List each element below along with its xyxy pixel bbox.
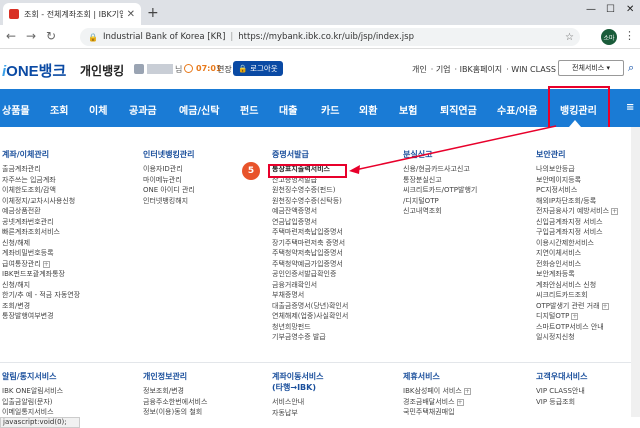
status-bar: javascript:void(0); (0, 417, 80, 428)
page-scrollbar[interactable] (631, 127, 640, 417)
annotation-arrow (349, 125, 557, 174)
